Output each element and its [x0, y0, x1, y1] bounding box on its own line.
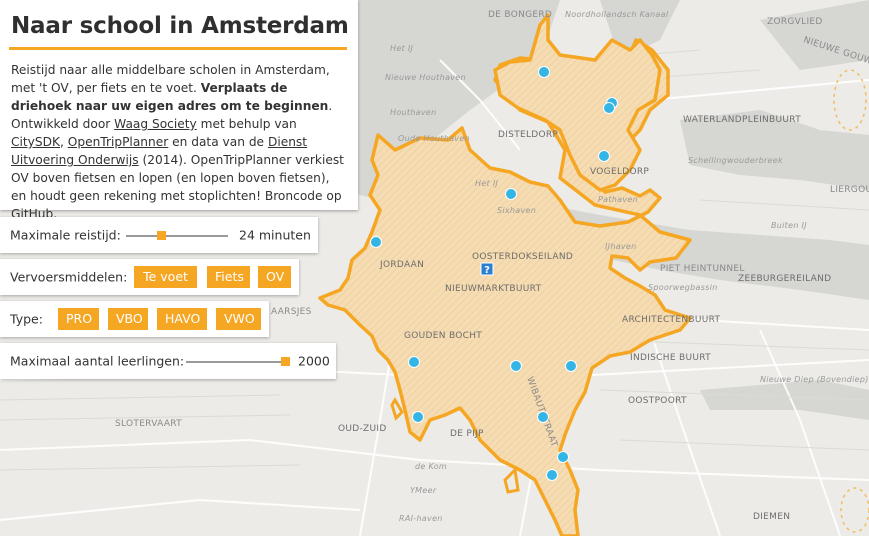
title-underline — [9, 47, 347, 50]
school-marker[interactable] — [370, 236, 382, 248]
label-rai-haven: RAI-haven — [399, 514, 443, 523]
school-type-label: Type: — [10, 311, 43, 327]
label-slotervaart: SLOTERVAART — [115, 419, 182, 429]
transport-modes-control: Vervoersmiddelen: Te voet Fiets OV — [0, 259, 299, 295]
school-marker[interactable] — [538, 66, 550, 78]
label-gouden-bocht: GOUDEN BOCHT — [404, 331, 482, 341]
link-opentripplanner[interactable]: OpenTripPlanner — [68, 135, 169, 149]
mode-button-transit[interactable]: OV — [258, 266, 291, 288]
info-panel: Naar school in Amsterdam Reistijd naar a… — [0, 0, 358, 221]
description: Reistijd naar alle middelbare scholen in… — [11, 61, 347, 223]
school-marker[interactable] — [557, 451, 569, 463]
label-nieuwmarktbuurt: NIEUWMARKTBUURT — [445, 284, 542, 294]
label-indische-buurt: INDISCHE BUURT — [630, 353, 711, 363]
label-jordaan: JORDAAN — [379, 260, 424, 270]
label-oud-zuid: OUD-ZUID — [338, 424, 387, 434]
mode-button-walk[interactable]: Te voet — [134, 266, 197, 288]
label-zorgvlied: ZORGVLIED — [767, 17, 823, 27]
transport-modes-label: Vervoersmiddelen: — [10, 269, 128, 285]
school-marker[interactable] — [408, 356, 420, 368]
desc-text: , — [60, 135, 68, 149]
max-students-slider[interactable] — [186, 357, 290, 366]
link-waag-society[interactable]: Waag Society — [114, 117, 197, 131]
label-oosterdokseiland: OOSTERDOKSEILAND — [472, 252, 573, 262]
type-button-havo[interactable]: HAVO — [157, 308, 207, 330]
type-button-vbo[interactable]: VBO — [108, 308, 148, 330]
label-disteldorp: DISTELDORP — [498, 130, 558, 140]
label-waterlandpleinbuurt: WATERLANDPLEINBUURT — [683, 115, 801, 125]
label-het-ij: Het IJ — [390, 44, 413, 53]
page-title: Naar school in Amsterdam — [11, 13, 349, 39]
slider-handle[interactable] — [156, 231, 166, 240]
origin-marker[interactable]: ? — [480, 262, 494, 276]
school-marker[interactable] — [537, 411, 549, 423]
label-vogeldorp: VOGELDORP — [590, 167, 649, 177]
type-button-vwo[interactable]: VWO — [216, 308, 261, 330]
label-het-ij-2: Het IJ — [475, 179, 498, 188]
school-marker[interactable] — [505, 188, 517, 200]
desc-text: met behulp van — [196, 117, 297, 131]
label-oude-houthaven: Oude Houthaven — [398, 134, 470, 143]
school-marker[interactable] — [510, 360, 522, 372]
school-marker[interactable] — [546, 469, 558, 481]
label-nieuwe-diep: Nieuwe Diep (Bovendiep) — [760, 375, 869, 384]
label-nieuwe-houthaven: Nieuwe Houthaven — [385, 73, 466, 82]
school-marker[interactable] — [598, 150, 610, 162]
desc-text: en data van de — [168, 135, 268, 149]
label-zeeburgereiland: ZEEBURGEREILAND — [738, 274, 831, 284]
label-architectenbuurt: ARCHITECTENBUURT — [622, 315, 721, 325]
label-ijhaven: IJhaven — [605, 242, 637, 251]
origin-marker-glyph: ? — [484, 265, 490, 276]
label-schellingwouderbreek: Schellingwouderbreek — [688, 156, 783, 165]
max-travel-time-control: Maximale reistijd: 24 minuten — [0, 217, 318, 253]
label-pathaven: Pathaven — [598, 195, 638, 204]
label-ymeer: YMeer — [410, 486, 437, 495]
label-de-kom: de Kom — [415, 462, 447, 471]
label-spoorwegbassin: Spoorwegbassin — [648, 283, 718, 292]
slider-handle[interactable] — [281, 357, 290, 366]
school-type-control: Type: PRO VBO HAVO VWO — [0, 301, 269, 337]
mode-button-bike[interactable]: Fiets — [207, 266, 250, 288]
label-de-pijp: DE PIJP — [450, 429, 484, 439]
max-travel-time-slider[interactable] — [126, 231, 228, 240]
label-diemen: DIEMEN — [753, 512, 790, 522]
label-piet-heintunnel: PIET HEINTUNNEL — [660, 264, 745, 274]
label-houthaven: Houthaven — [390, 108, 437, 117]
type-button-pro[interactable]: PRO — [58, 308, 99, 330]
label-noordhollandsch-kanaal: Noordhollandsch Kanaal — [565, 10, 669, 19]
label-sixhaven: Sixhaven — [497, 206, 536, 215]
max-students-label: Maximaal aantal leerlingen: — [10, 353, 185, 369]
label-aarsjes: AARSJES — [271, 307, 312, 317]
label-oostpoort: OOSTPOORT — [628, 396, 687, 406]
label-buiten-ij: Buiten IJ — [771, 221, 807, 230]
school-marker[interactable] — [565, 360, 577, 372]
school-marker[interactable] — [412, 411, 424, 423]
max-travel-time-label: Maximale reistijd: — [10, 227, 121, 243]
label-de-bongerd: DE BONGERD — [488, 10, 552, 20]
max-students-value: 2000 — [298, 353, 330, 369]
max-travel-time-value: 24 minuten — [239, 227, 311, 243]
school-marker[interactable] — [603, 102, 615, 114]
link-citysdk[interactable]: CitySDK — [11, 135, 60, 149]
label-liergouw: LIERGOUW — [830, 185, 869, 195]
max-students-control: Maximaal aantal leerlingen: 2000 — [0, 343, 336, 379]
